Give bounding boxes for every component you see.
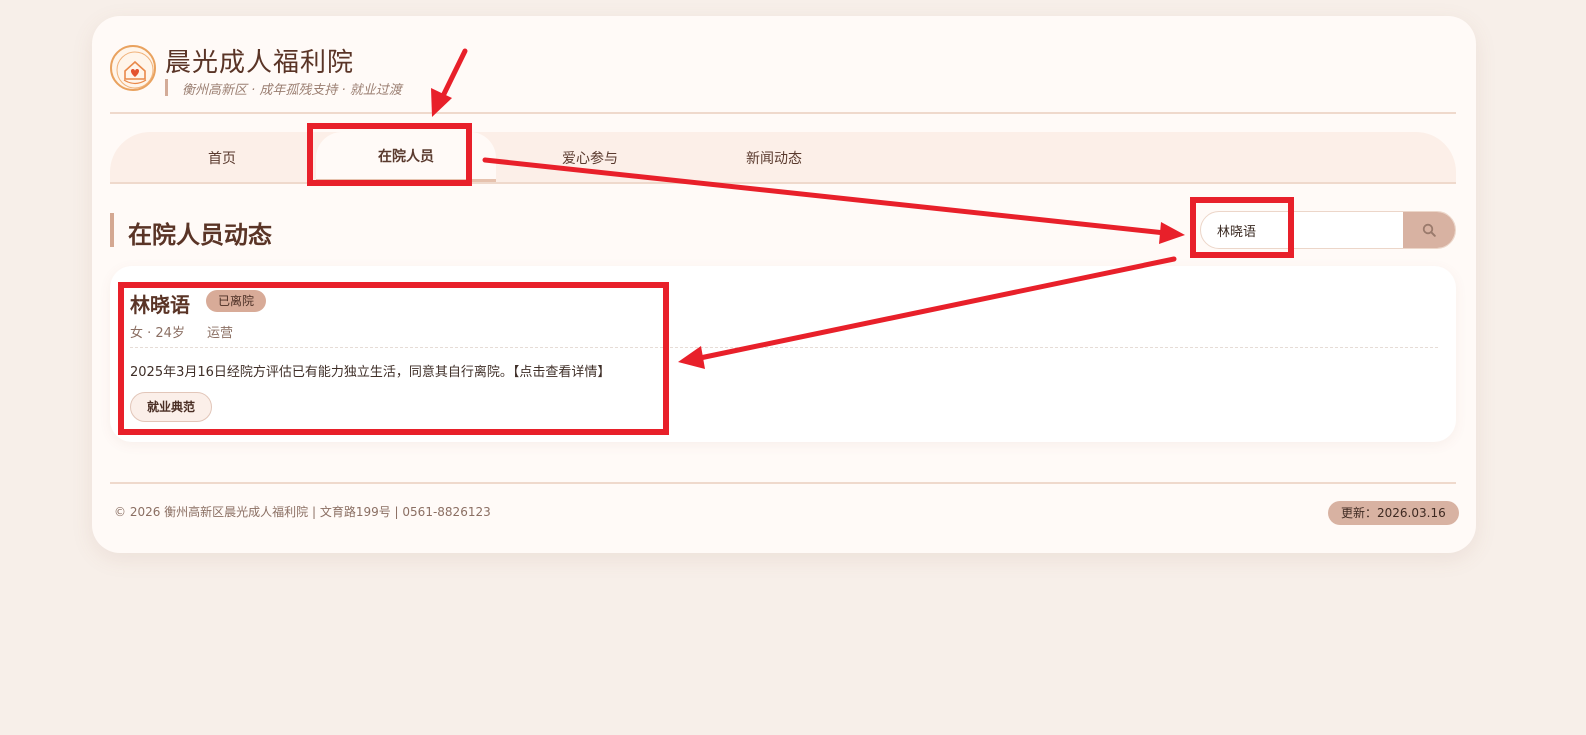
footer-copyright: © 2026 衡州高新区晨光成人福利院 | 文育路199号 | 0561-882… <box>114 505 491 519</box>
status-badge: 已离院 <box>206 290 267 312</box>
search-button[interactable] <box>1403 212 1455 248</box>
nav-tab-home[interactable]: 首页 <box>132 132 312 184</box>
search-box <box>1200 211 1456 249</box>
nav-tab-volunteer[interactable]: 爱心参与 <box>500 132 680 184</box>
view-detail-link[interactable]: 【点击查看详情】 <box>513 365 611 380</box>
resident-card: 林晓语 已离院 女 · 24岁 运营 2025年3月16日经院方评估已有能力独立生… <box>110 266 1456 442</box>
site-title: 晨光成人福利院 <box>165 48 355 78</box>
section-accent-bar <box>110 213 114 247</box>
resident-gender-age: 女 · 24岁 <box>130 326 185 341</box>
header-divider <box>110 112 1456 114</box>
resident-description: 2025年3月16日经院方评估已有能力独立生活，同意其自行离院。【点击查看详情】 <box>130 361 610 380</box>
site-header: 晨光成人福利院 衡州高新区 · 成年孤残支持 · 就业过渡 <box>110 42 1456 102</box>
resident-meta: 女 · 24岁 运营 <box>130 322 233 341</box>
site-subtitle: 衡州高新区 · 成年孤残支持 · 就业过渡 <box>182 83 402 98</box>
card-divider <box>130 347 1438 348</box>
heart-house-logo-icon <box>116 51 154 89</box>
main-nav: 首页 在院人员 爱心参与 新闻动态 <box>110 132 1456 184</box>
page-container: 晨光成人福利院 衡州高新区 · 成年孤残支持 · 就业过渡 首页 在院人员 爱心… <box>92 16 1476 553</box>
nav-tab-news[interactable]: 新闻动态 <box>684 132 864 184</box>
resident-name: 林晓语 <box>130 293 190 317</box>
section-title: 在院人员动态 <box>128 221 272 249</box>
update-date-badge: 更新：2026.03.16 <box>1328 501 1459 525</box>
footer-divider <box>110 482 1456 484</box>
nav-tab-residents[interactable]: 在院人员 <box>316 132 496 182</box>
search-icon <box>1422 223 1436 237</box>
subtitle-accent-bar <box>165 79 168 96</box>
tag-button-employment-model[interactable]: 就业典范 <box>130 392 213 422</box>
resident-role: 运营 <box>206 326 233 341</box>
search-input[interactable] <box>1201 212 1405 248</box>
site-logo[interactable] <box>110 45 156 91</box>
description-text: 2025年3月16日经院方评估已有能力独立生活，同意其自行离院。 <box>130 365 513 380</box>
